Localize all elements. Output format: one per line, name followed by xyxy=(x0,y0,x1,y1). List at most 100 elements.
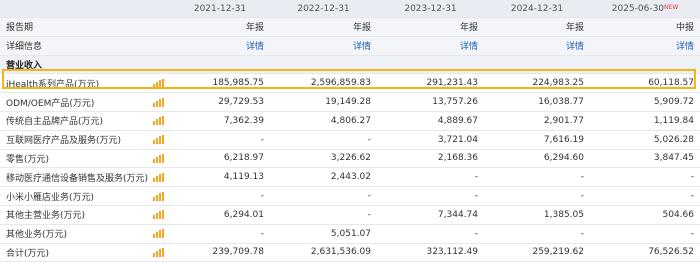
details-row: 详细信息 详情 详情 详情 详情 详情 xyxy=(0,36,700,56)
value-cell: 76,526.52 xyxy=(590,243,700,262)
report-type-cell: 年报 xyxy=(484,17,590,37)
report-type-cell: 年报 xyxy=(270,17,377,37)
value-cell: 239,709.78 xyxy=(170,243,270,262)
value-cell: - xyxy=(270,186,377,206)
value-cell: - xyxy=(484,186,590,206)
value-cell: 259,219.62 xyxy=(484,243,590,262)
row-label: 零售(万元) xyxy=(6,154,50,165)
bar-chart-icon[interactable] xyxy=(153,78,164,88)
row-label-cell: ODM/OEM产品(万元) xyxy=(0,92,170,112)
value-cell: 4,806.27 xyxy=(270,111,377,131)
row-label: 合计(万元) xyxy=(6,248,50,259)
value-cell: - xyxy=(170,224,270,244)
value-cell: - xyxy=(170,186,270,206)
value-cell: 29,729.53 xyxy=(170,92,270,112)
value-cell: - xyxy=(170,130,270,150)
value-cell: 7,616.19 xyxy=(484,130,590,150)
table-row: 传统自主品牌产品(万元) 7,362.39 4,806.27 4,889.67 2,90… xyxy=(0,111,700,131)
value-cell: 224,983.25 xyxy=(484,73,590,94)
row-label: 报告期 xyxy=(0,17,170,37)
bar-chart-icon[interactable] xyxy=(153,153,164,163)
table-row: iHealth系列产品(万元) 185,985.75 2,596,859.83 291… xyxy=(0,73,700,94)
period-header: 2025-06-30NEW xyxy=(590,0,700,18)
report-type-cell: 年报 xyxy=(170,17,270,37)
row-label: iHealth系列产品(万元) xyxy=(6,79,100,90)
details-link[interactable]: 详情 xyxy=(377,36,484,56)
value-cell: 4,119.13 xyxy=(170,167,270,188)
row-label-cell: 其他业务(万元) xyxy=(0,224,170,244)
row-label-cell: 合计(万元) xyxy=(0,243,170,262)
details-link[interactable]: 详情 xyxy=(590,36,700,56)
value-cell: 16,038.77 xyxy=(484,92,590,112)
row-label-cell: 其他主营业务(万元) xyxy=(0,205,170,225)
value-cell: 2,901.77 xyxy=(484,111,590,131)
bar-chart-icon[interactable] xyxy=(153,191,164,201)
row-label-cell: 传统自主品牌产品(万元) xyxy=(0,111,170,131)
value-cell: 6,294.60 xyxy=(484,149,590,169)
header-corner xyxy=(0,0,170,18)
row-label-cell: iHealth系列产品(万元) xyxy=(0,73,170,94)
period-header: 2022-12-31 xyxy=(270,0,377,18)
row-label-cell: 移动医疗通信设备销售及服务(万元) xyxy=(0,167,170,188)
value-cell: - xyxy=(590,167,700,188)
bar-chart-icon[interactable] xyxy=(153,135,164,145)
bar-chart-icon[interactable] xyxy=(153,116,164,126)
value-cell: - xyxy=(590,224,700,244)
table-row: 其他业务(万元) -5,051.07- - - xyxy=(0,224,700,244)
financial-table-panel: 2021-12-31 2022-12-31 2023-12-31 2024-12… xyxy=(0,0,700,262)
table-row: 互联网医疗产品及服务(万元) - -3,721.04 7,616.19 5,026.28 xyxy=(0,130,700,150)
revenue-breakdown-table: 2021-12-31 2022-12-31 2023-12-31 2024-12… xyxy=(0,0,700,262)
period-header: 2024-12-31 xyxy=(484,0,590,18)
value-cell: 185,985.75 xyxy=(170,73,270,94)
row-label: 互联网医疗产品及服务(万元) xyxy=(6,136,122,147)
value-cell: 1,119.84 xyxy=(590,111,700,131)
value-cell: 7,344.74 xyxy=(377,205,484,225)
value-cell: 323,112.49 xyxy=(377,243,484,262)
section-header-row: 营业收入 xyxy=(0,55,700,75)
row-label: 小米小雁店业务(万元) xyxy=(6,192,95,203)
report-period-row: 报告期 年报 年报 年报 年报 中报 xyxy=(0,17,700,37)
row-label: 移动医疗通信设备销售及服务(万元) xyxy=(6,173,149,184)
header-row: 2021-12-31 2022-12-31 2023-12-31 2024-12… xyxy=(0,0,700,18)
bar-chart-icon[interactable] xyxy=(153,247,164,257)
row-label: 详细信息 xyxy=(0,36,170,56)
value-cell: 2,443.02 xyxy=(270,167,377,188)
value-cell: 5,051.07 xyxy=(270,224,377,244)
details-link[interactable]: 详情 xyxy=(270,36,377,56)
period-header: 2023-12-31 xyxy=(377,0,484,18)
value-cell: 3,847.45 xyxy=(590,149,700,169)
section-title: 营业收入 xyxy=(0,55,170,75)
value-cell: 13,757.26 xyxy=(377,92,484,112)
details-link[interactable]: 详情 xyxy=(484,36,590,56)
value-cell: 291,231.43 xyxy=(377,73,484,94)
details-link[interactable]: 详情 xyxy=(170,36,270,56)
new-badge: NEW xyxy=(664,3,679,11)
report-type-cell: 中报 xyxy=(590,17,700,37)
value-cell: 504.66 xyxy=(590,205,700,225)
value-cell: 4,889.67 xyxy=(377,111,484,131)
value-cell: 2,168.36 xyxy=(377,149,484,169)
value-cell: 3,226.62 xyxy=(270,149,377,169)
table-row: ODM/OEM产品(万元) 29,729.53 19,149.28 13,757.26… xyxy=(0,92,700,112)
value-cell: - xyxy=(270,130,377,150)
value-cell: 60,118.57 xyxy=(590,73,700,94)
bar-chart-icon[interactable] xyxy=(153,97,164,107)
value-cell: 6,218.97 xyxy=(170,149,270,169)
value-cell: 1,385.05 xyxy=(484,205,590,225)
table-row: 移动医疗通信设备销售及服务(万元) 4,119.13 2,443.02- - - xyxy=(0,167,700,188)
value-cell: - xyxy=(484,167,590,188)
bar-chart-icon[interactable] xyxy=(153,229,164,239)
bar-chart-icon[interactable] xyxy=(153,172,164,182)
row-label: 传统自主品牌产品(万元) xyxy=(6,117,104,128)
row-label-cell: 小米小雁店业务(万元) xyxy=(0,186,170,206)
value-cell: - xyxy=(270,205,377,225)
bar-chart-icon[interactable] xyxy=(153,210,164,220)
value-cell: 6,294.01 xyxy=(170,205,270,225)
value-cell: 2,631,536.09 xyxy=(270,243,377,262)
period-header-label: 2025-06-30 xyxy=(611,3,665,14)
period-header: 2021-12-31 xyxy=(170,0,270,18)
value-cell: 2,596,859.83 xyxy=(270,73,377,94)
value-cell: - xyxy=(377,186,484,206)
row-label: 其他业务(万元) xyxy=(6,230,68,241)
value-cell: 7,362.39 xyxy=(170,111,270,131)
